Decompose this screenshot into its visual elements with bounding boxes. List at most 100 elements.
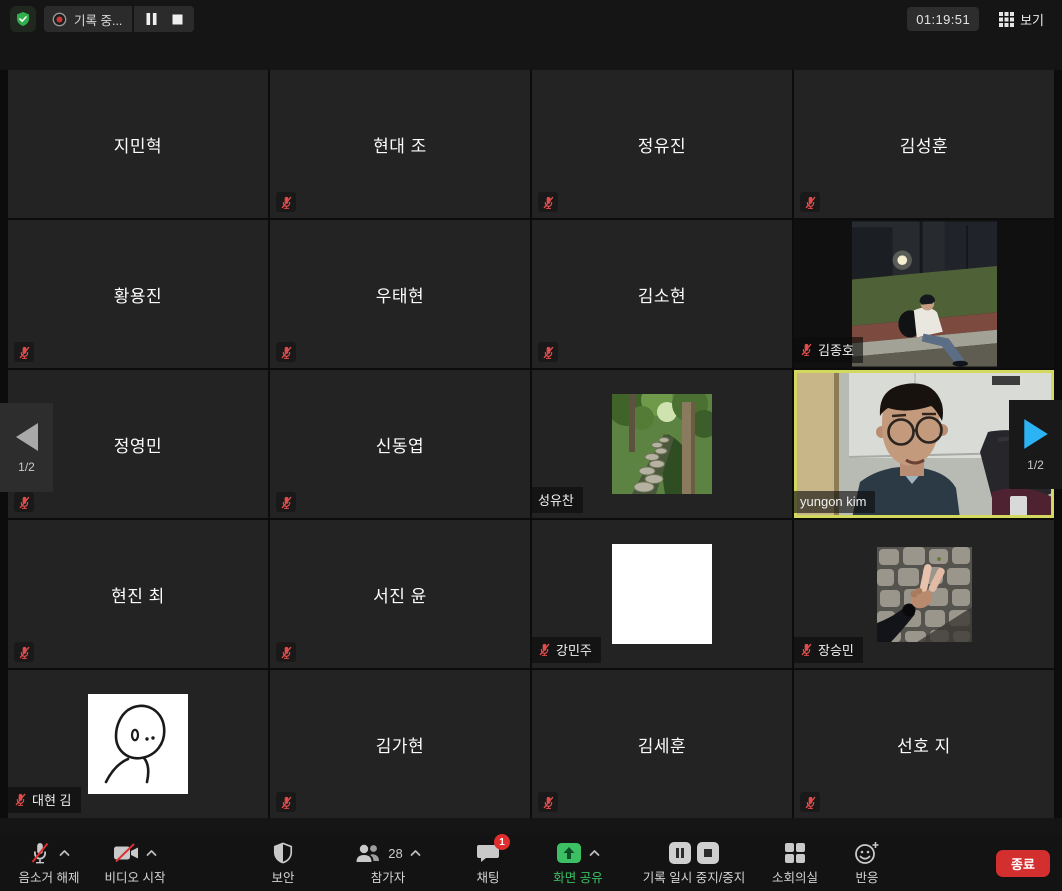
participant-tile[interactable]: 현진 최: [8, 520, 268, 668]
participant-tile[interactable]: 대현 김: [8, 670, 268, 818]
participant-name-chip: 대현 김: [8, 787, 81, 813]
participant-name-chip: 강민주: [532, 637, 601, 663]
encryption-shield-button[interactable]: [10, 6, 36, 32]
mute-indicator: [800, 792, 820, 812]
participant-name: 우태현: [376, 282, 424, 307]
page-indicator: 1/2: [1027, 458, 1044, 472]
participant-name: 황용진: [114, 282, 162, 307]
view-button-label: 보기: [1020, 10, 1044, 29]
mute-indicator: [276, 492, 296, 512]
end-meeting-button[interactable]: 종료: [996, 850, 1050, 877]
mic-off-icon: [28, 841, 52, 865]
mic-off-icon: [280, 346, 293, 359]
participant-name: 장승민: [818, 640, 854, 659]
chevron-left-icon: [14, 422, 40, 452]
toolbar-item-participants[interactable]: 28 참가자: [346, 835, 430, 891]
participants-count: 28: [388, 846, 402, 861]
participant-tile[interactable]: 서진 윤: [270, 520, 530, 668]
page-indicator: 1/2: [18, 460, 35, 474]
participant-tile[interactable]: 선호 지: [794, 670, 1054, 818]
participant-tile[interactable]: 김성훈: [794, 70, 1054, 218]
participant-tile[interactable]: 강민주: [532, 520, 792, 668]
share-screen-icon: [556, 841, 582, 865]
stop-icon: [172, 14, 183, 25]
previous-page-button[interactable]: 1/2: [0, 403, 53, 492]
participant-tile[interactable]: 우태현: [270, 220, 530, 368]
mute-indicator: [276, 792, 296, 812]
mic-off-icon: [280, 196, 293, 209]
participant-name: 서진 윤: [373, 582, 427, 607]
mic-off-icon: [280, 646, 293, 659]
participant-name: 신동엽: [376, 432, 424, 457]
participant-name: yungon kim: [800, 494, 866, 509]
toolbar-item-chat[interactable]: 1채팅: [458, 835, 518, 891]
mute-indicator: [14, 642, 34, 662]
participant-tile[interactable]: 지민혁: [8, 70, 268, 218]
participant-name: 김세훈: [638, 732, 686, 757]
recording-status-label: 기록 중...: [74, 10, 122, 29]
chevron-up-icon[interactable]: [146, 849, 157, 857]
toolbar-label: 화면 공유: [553, 867, 602, 886]
participant-avatar: [877, 547, 972, 642]
pause-recording-button[interactable]: [140, 8, 162, 30]
participant-tile[interactable]: 김세훈: [532, 670, 792, 818]
participant-tile[interactable]: 성유찬: [532, 370, 792, 518]
toolbar-label: 음소거 해제: [19, 867, 80, 886]
participant-tile[interactable]: 김소현: [532, 220, 792, 368]
mic-off-icon: [800, 343, 813, 356]
participant-name: 김성훈: [900, 132, 948, 157]
mute-indicator: [538, 342, 558, 362]
participant-name: 현대 조: [373, 132, 427, 157]
mic-off-icon: [280, 496, 293, 509]
toolbar-label: 비디오 시작: [105, 867, 166, 886]
meeting-timer: 01:19:51: [907, 7, 979, 31]
meeting-toolbar: 음소거 해제 비디오 시작 보안 28 참가자 1채팅 화면 공유 기록 일시 …: [0, 835, 1062, 891]
toolbar-label: 보안: [271, 867, 294, 886]
toolbar-item-unmute[interactable]: 음소거 해제: [6, 835, 92, 891]
next-page-button[interactable]: 1/2: [1009, 400, 1062, 489]
mic-off-icon: [280, 796, 293, 809]
participant-name: 강민주: [556, 640, 592, 659]
mute-indicator: [14, 492, 34, 512]
mic-off-icon: [542, 196, 555, 209]
participant-name: 선호 지: [897, 732, 951, 757]
toolbar-label: 기록 일시 중지/중지: [643, 867, 745, 886]
stop-recording-button[interactable]: [166, 8, 188, 30]
mute-indicator: [538, 192, 558, 212]
participant-tile[interactable]: 장승민: [794, 520, 1054, 668]
toolbar-item-breakout-rooms[interactable]: 소회의실: [760, 835, 830, 891]
toolbar-item-reactions[interactable]: 반응: [838, 835, 896, 891]
chat-badge: 1: [494, 834, 510, 850]
mic-off-icon: [18, 346, 31, 359]
view-button[interactable]: 보기: [991, 7, 1052, 31]
mic-off-icon: [800, 643, 813, 656]
chevron-up-icon[interactable]: [59, 849, 70, 857]
mute-indicator: [14, 342, 34, 362]
participant-tile[interactable]: 현대 조: [270, 70, 530, 218]
participant-name: 지민혁: [114, 132, 162, 157]
participant-name: 대현 김: [32, 790, 72, 809]
toolbar-item-start-video[interactable]: 비디오 시작: [92, 835, 178, 891]
participant-tile[interactable]: 신동엽: [270, 370, 530, 518]
participant-name-chip: 김종호: [794, 337, 863, 363]
mic-off-icon: [542, 796, 555, 809]
participant-tile[interactable]: 황용진: [8, 220, 268, 368]
video-grid: 지민혁 현대 조 정유진 김성훈 황용진 우태현: [0, 70, 1062, 818]
participant-name: 김소현: [638, 282, 686, 307]
recording-controls-pill: [134, 6, 194, 32]
participant-avatar: [88, 694, 188, 794]
mute-indicator: [276, 342, 296, 362]
chevron-up-icon[interactable]: [410, 849, 421, 857]
toolbar-item-recording-controls[interactable]: 기록 일시 중지/중지: [628, 835, 760, 891]
camera-off-icon: [113, 841, 139, 865]
participant-tile[interactable]: 김종호: [794, 220, 1054, 368]
participant-tile[interactable]: 김가현: [270, 670, 530, 818]
mic-off-icon: [538, 643, 551, 656]
toolbar-item-security[interactable]: 보안: [258, 835, 308, 891]
participant-tile[interactable]: 정유진: [532, 70, 792, 218]
mute-indicator: [276, 192, 296, 212]
toolbar-label: 소회의실: [772, 867, 818, 886]
chevron-up-icon[interactable]: [589, 849, 600, 857]
participant-avatar: [612, 544, 712, 644]
toolbar-item-share-screen[interactable]: 화면 공유: [536, 835, 620, 891]
